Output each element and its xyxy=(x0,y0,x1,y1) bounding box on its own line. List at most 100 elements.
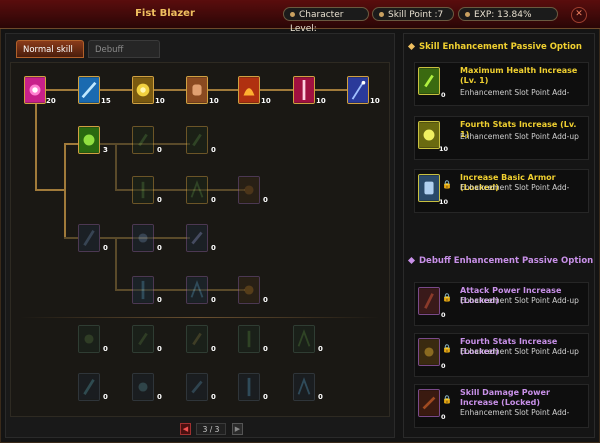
lock-icon: 🔒 xyxy=(442,180,452,189)
option-level: 10 xyxy=(439,145,449,153)
skill-level: 0 xyxy=(318,393,323,401)
option-level: 0 xyxy=(441,91,446,99)
skill-icon-blue-slash[interactable] xyxy=(78,76,100,104)
skill-level: 0 xyxy=(263,393,268,401)
debuff-enhancement-title: Debuff Enhancement Passive Option xyxy=(419,256,594,266)
bullet-icon xyxy=(379,12,384,17)
skill-icon-fist[interactable] xyxy=(186,76,208,104)
skill-level: 0 xyxy=(318,345,323,353)
character-level-badge: Character Level: xyxy=(283,7,369,34)
passive-option[interactable]: 10 Fourth Stats Increase (Lv. 1) Enhance… xyxy=(414,116,589,160)
skill-level: 0 xyxy=(211,146,216,154)
skill-icon-locked[interactable] xyxy=(293,325,315,353)
skill-icon-fire-kick[interactable] xyxy=(238,76,260,104)
skill-icon-locked[interactable] xyxy=(132,126,154,154)
skill-icon-locked[interactable] xyxy=(238,176,260,204)
lock-icon: 🔒 xyxy=(442,395,452,404)
option-level: 10 xyxy=(439,198,449,206)
lock-icon: 🔒 xyxy=(442,344,452,353)
skill-icon-locked[interactable] xyxy=(238,325,260,353)
skill-level: 0 xyxy=(211,345,216,353)
skill-icon-locked[interactable] xyxy=(186,325,208,353)
skill-level: 0 xyxy=(211,244,216,252)
skill-icon-locked[interactable] xyxy=(132,224,154,252)
skill-icon-locked[interactable] xyxy=(132,373,154,401)
skill-level: 0 xyxy=(211,393,216,401)
skill-level: 0 xyxy=(103,393,108,401)
tab-normal-skill[interactable]: Normal skill enh xyxy=(16,40,84,73)
skill-level: 0 xyxy=(263,345,268,353)
skill-icon-locked[interactable] xyxy=(132,276,154,304)
skill-point-badge: Skill Point :7 xyxy=(372,7,454,21)
armor-icon xyxy=(418,174,440,202)
skill-level: 0 xyxy=(263,196,268,204)
skill-level: 0 xyxy=(263,296,268,304)
skill-level: 0 xyxy=(157,296,162,304)
passive-option[interactable]: 🔒 0 Attack Power Increase (Locked) Enhan… xyxy=(414,282,589,326)
tree-connector xyxy=(64,143,66,238)
tree-connector xyxy=(64,237,78,239)
option-level: 0 xyxy=(441,413,446,421)
skill-icon-blue-spear[interactable] xyxy=(347,76,369,104)
passive-option[interactable]: 🔒 10 Increase Basic Armor (Locked) Enhan… xyxy=(414,169,589,213)
skill-icon-locked[interactable] xyxy=(186,373,208,401)
tree-connector xyxy=(35,189,65,191)
bullet-icon xyxy=(290,12,295,17)
tab-debuff-explosion[interactable]: Debuff Explosio xyxy=(88,40,160,73)
skill-level: 0 xyxy=(157,393,162,401)
option-title: Maximum Health Increase (Lv. 1) xyxy=(460,66,578,85)
skill-level: 3 xyxy=(103,146,108,154)
skill-icon-locked[interactable] xyxy=(238,373,260,401)
skill-icon-locked[interactable] xyxy=(186,126,208,154)
skill-level: 10 xyxy=(209,97,219,105)
skill-icon-locked[interactable] xyxy=(78,373,100,401)
tree-connector xyxy=(64,143,78,145)
skill-level: 0 xyxy=(157,345,162,353)
skill-icon-locked[interactable] xyxy=(238,276,260,304)
stats-icon xyxy=(418,338,440,366)
option-desc: Enhancement Slot Point Add-up xyxy=(460,347,579,356)
skill-icon-locked[interactable] xyxy=(78,325,100,353)
skill-level: 0 xyxy=(103,345,108,353)
skill-icon-red-strike[interactable] xyxy=(293,76,315,104)
skill-level: 10 xyxy=(261,97,271,105)
option-desc: Enhancement Slot Point Add-up xyxy=(460,132,579,141)
skill-level: 0 xyxy=(103,244,108,252)
option-desc: Enhancement Slot Point Add- xyxy=(460,183,570,192)
skill-level: 0 xyxy=(211,196,216,204)
title-bar: Fist Blazer Character Level: Skill Point… xyxy=(0,0,600,34)
passive-option[interactable]: 🔒 0 Fourth Stats Increase (Locked) Enhan… xyxy=(414,333,589,377)
tree-connector xyxy=(115,237,117,290)
skill-icon-locked[interactable] xyxy=(186,276,208,304)
skill-level: 10 xyxy=(316,97,326,105)
skill-icon-green-claw[interactable] xyxy=(78,126,100,154)
passive-option[interactable]: 0 Maximum Health Increase (Lv. 1) Enhanc… xyxy=(414,62,589,106)
close-icon[interactable]: ✕ xyxy=(571,7,587,23)
skill-icon-locked[interactable] xyxy=(186,176,208,204)
skill-icon-locked[interactable] xyxy=(293,373,315,401)
skill-level: 0 xyxy=(157,146,162,154)
exp-label: EXP: 13.84% xyxy=(474,10,532,20)
skill-level: 0 xyxy=(211,296,216,304)
skill-icon-locked[interactable] xyxy=(132,176,154,204)
diamond-icon xyxy=(407,256,416,265)
skill-enhancement-header: Skill Enhancement Passive Option xyxy=(407,42,582,52)
skill-icon-pink-burst[interactable] xyxy=(24,76,46,104)
lock-icon: 🔒 xyxy=(442,293,452,302)
skill-icon-locked[interactable] xyxy=(186,224,208,252)
next-page-button[interactable]: ▶ xyxy=(232,423,243,435)
passive-option[interactable]: 🔒 0 Skill Damage Power Increase (Locked)… xyxy=(414,384,589,428)
option-level: 0 xyxy=(441,311,446,319)
skill-icon-locked[interactable] xyxy=(78,224,100,252)
skill-enhancement-title: Skill Enhancement Passive Option xyxy=(419,42,582,52)
skill-icon-locked[interactable] xyxy=(132,325,154,353)
pager: ◀ 3 / 3 ▶ xyxy=(180,423,244,437)
prev-page-button[interactable]: ◀ xyxy=(180,423,191,435)
option-desc: Enhancement Slot Point Add-up xyxy=(460,296,579,305)
attack-icon xyxy=(418,287,440,315)
skill-level: 10 xyxy=(155,97,165,105)
exp-badge: EXP: 13.84% xyxy=(458,7,558,21)
skill-icon-flame-orb[interactable] xyxy=(132,76,154,104)
option-desc: Enhancement Slot Point Add- xyxy=(460,408,570,417)
divider xyxy=(20,317,380,318)
